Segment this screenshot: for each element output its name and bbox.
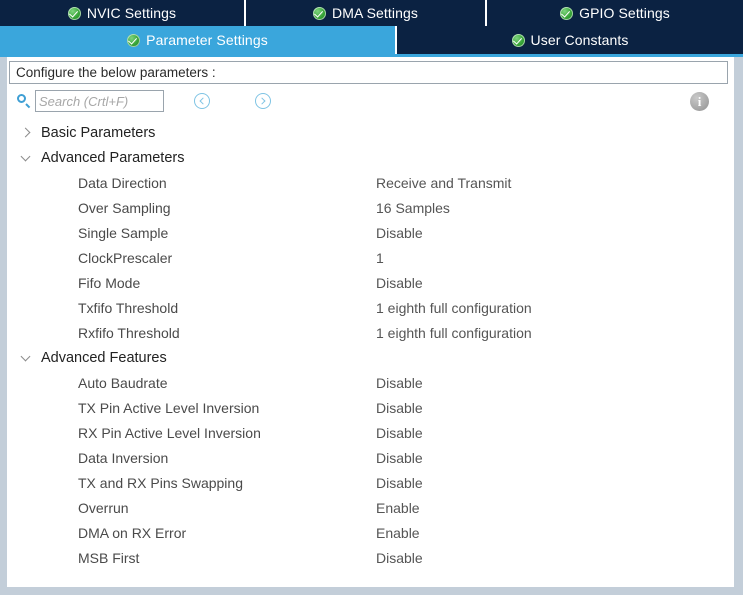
tab-label: DMA Settings bbox=[331, 5, 418, 21]
search-icon bbox=[16, 93, 32, 109]
param-name: ClockPrescaler bbox=[78, 249, 173, 266]
param-value[interactable]: 1 bbox=[376, 250, 384, 266]
tree-group-advanced-parameters[interactable]: Advanced Parameters bbox=[7, 145, 734, 170]
info-icon-glyph: i bbox=[697, 94, 702, 109]
tab-dma-settings[interactable]: DMA Settings bbox=[244, 0, 485, 26]
param-name: Txfifo Threshold bbox=[78, 299, 179, 316]
tab-row-primary: NVIC Settings DMA Settings GPIO Settings bbox=[0, 0, 743, 26]
tree-row[interactable]: Auto Baudrate Disable bbox=[7, 370, 734, 395]
info-icon[interactable]: i bbox=[690, 92, 709, 111]
param-value[interactable]: Enable bbox=[376, 525, 420, 541]
param-name: TX and RX Pins Swapping bbox=[78, 474, 243, 491]
tree-row[interactable]: ClockPrescaler 1 bbox=[7, 245, 734, 270]
tab-label: Parameter Settings bbox=[146, 32, 268, 48]
tree-row[interactable]: TX Pin Active Level Inversion Disable bbox=[7, 395, 734, 420]
tree-row[interactable]: Txfifo Threshold 1 eighth full configura… bbox=[7, 295, 734, 320]
param-value[interactable]: Receive and Transmit bbox=[376, 175, 511, 191]
param-value[interactable]: Disable bbox=[376, 400, 423, 416]
green-check-icon bbox=[312, 6, 326, 20]
param-value[interactable]: 1 eighth full configuration bbox=[376, 300, 532, 316]
tab-label: NVIC Settings bbox=[86, 5, 177, 21]
param-value[interactable]: Disable bbox=[376, 375, 423, 391]
tree-row[interactable]: Data Inversion Disable bbox=[7, 445, 734, 470]
param-value[interactable]: Disable bbox=[376, 225, 423, 241]
param-name: Data Inversion bbox=[78, 449, 169, 466]
param-value[interactable]: Enable bbox=[376, 500, 420, 516]
param-name: MSB First bbox=[78, 549, 140, 566]
search-input[interactable] bbox=[35, 90, 164, 112]
tab-gpio-settings[interactable]: GPIO Settings bbox=[485, 0, 743, 26]
tree-row[interactable]: Fifo Mode Disable bbox=[7, 270, 734, 295]
configure-banner-text: Configure the below parameters : bbox=[16, 65, 216, 80]
param-name: Single Sample bbox=[78, 224, 169, 241]
tab-label: GPIO Settings bbox=[579, 5, 670, 21]
search-next-button[interactable] bbox=[255, 93, 271, 109]
param-value[interactable]: 16 Samples bbox=[376, 200, 450, 216]
green-check-icon bbox=[127, 33, 141, 47]
tab-row-secondary: Parameter Settings User Constants bbox=[0, 26, 743, 54]
tab-user-constants[interactable]: User Constants bbox=[395, 26, 743, 54]
search-toolbar: i bbox=[7, 84, 734, 118]
tree-row[interactable]: RX Pin Active Level Inversion Disable bbox=[7, 420, 734, 445]
green-check-icon bbox=[511, 33, 525, 47]
tree-row[interactable]: Overrun Enable bbox=[7, 495, 734, 520]
param-value[interactable]: 1 eighth full configuration bbox=[376, 325, 532, 341]
tab-parameter-settings[interactable]: Parameter Settings bbox=[0, 26, 395, 54]
tab-label: User Constants bbox=[530, 32, 629, 48]
param-name: DMA on RX Error bbox=[78, 524, 187, 541]
tree-row[interactable]: DMA on RX Error Enable bbox=[7, 520, 734, 545]
settings-panel-content: Configure the below parameters : i Basic… bbox=[7, 57, 734, 587]
tree-row[interactable]: Rxfifo Threshold 1 eighth full configura… bbox=[7, 320, 734, 345]
settings-tabstrip: NVIC Settings DMA Settings GPIO Settings… bbox=[0, 0, 743, 57]
tree-group-advanced-features[interactable]: Advanced Features bbox=[7, 345, 734, 370]
param-value[interactable]: Disable bbox=[376, 275, 423, 291]
param-name: Overrun bbox=[78, 499, 129, 516]
green-check-icon bbox=[560, 6, 574, 20]
tab-nvic-settings[interactable]: NVIC Settings bbox=[0, 0, 244, 26]
param-value[interactable]: Disable bbox=[376, 550, 423, 566]
param-value[interactable]: Disable bbox=[376, 475, 423, 491]
param-name: Auto Baudrate bbox=[78, 374, 168, 391]
configure-banner: Configure the below parameters : bbox=[9, 61, 728, 84]
param-name: Data Direction bbox=[78, 174, 167, 191]
param-name: TX Pin Active Level Inversion bbox=[78, 399, 260, 416]
tree-row[interactable]: MSB First Disable bbox=[7, 545, 734, 570]
chevron-down-icon[interactable] bbox=[20, 351, 34, 365]
tree-row[interactable]: Single Sample Disable bbox=[7, 220, 734, 245]
param-value[interactable]: Disable bbox=[376, 450, 423, 466]
param-name: RX Pin Active Level Inversion bbox=[78, 424, 261, 441]
parameter-tree: Basic Parameters Advanced Parameters Dat… bbox=[7, 118, 734, 570]
tree-group-label: Advanced Features bbox=[41, 349, 167, 366]
param-name: Fifo Mode bbox=[78, 274, 141, 291]
chevron-down-icon[interactable] bbox=[20, 151, 34, 165]
settings-panel-frame: Configure the below parameters : i Basic… bbox=[0, 57, 743, 595]
chevron-right-icon bbox=[258, 97, 266, 105]
tree-group-label: Basic Parameters bbox=[41, 124, 156, 141]
chevron-right-icon[interactable] bbox=[20, 126, 34, 140]
search-previous-button[interactable] bbox=[194, 93, 210, 109]
tree-row[interactable]: Data Direction Receive and Transmit bbox=[7, 170, 734, 195]
tree-row[interactable]: Over Sampling 16 Samples bbox=[7, 195, 734, 220]
param-value[interactable]: Disable bbox=[376, 425, 423, 441]
tree-group-label: Advanced Parameters bbox=[41, 149, 185, 166]
tree-group-basic-parameters[interactable]: Basic Parameters bbox=[7, 120, 734, 145]
green-check-icon bbox=[67, 6, 81, 20]
param-name: Rxfifo Threshold bbox=[78, 324, 180, 341]
chevron-left-icon bbox=[199, 97, 207, 105]
param-name: Over Sampling bbox=[78, 199, 171, 216]
tree-row[interactable]: TX and RX Pins Swapping Disable bbox=[7, 470, 734, 495]
